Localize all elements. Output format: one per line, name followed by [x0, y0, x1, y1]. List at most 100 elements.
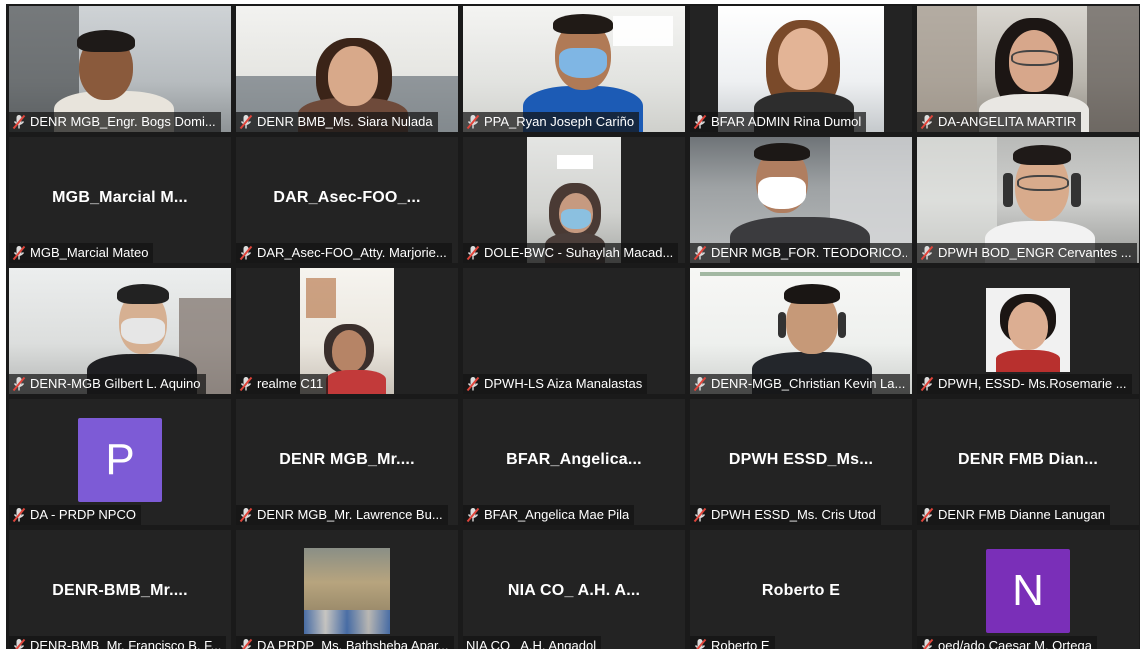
- participant-name: DENR-MGB Gilbert L. Aquino: [30, 376, 201, 391]
- participant-tile[interactable]: DENR-MGB_Christian Kevin La...: [690, 268, 912, 394]
- participant-display-name: MGB_Marcial M...: [52, 189, 188, 206]
- participant-name: BFAR_Angelica Mae Pila: [484, 507, 630, 522]
- participant-name-label: realme C11: [236, 374, 329, 394]
- participant-name: DENR-BMB_Mr. Francisco B. F...: [30, 638, 222, 649]
- participant-name-label: DPWH, ESSD- Ms.Rosemarie ...: [917, 374, 1132, 394]
- participant-tile[interactable]: DENR FMB Dian... DENR FMB Dianne Lanugan: [917, 399, 1139, 525]
- participant-tile[interactable]: DENR MGB_Engr. Bogs Domi...: [9, 6, 231, 132]
- muted-mic-icon: [466, 114, 480, 130]
- muted-mic-icon: [239, 114, 253, 130]
- participant-name: DPWH BOD_ENGR Cervantes ...: [938, 245, 1132, 260]
- participant-tile[interactable]: DPWH, ESSD- Ms.Rosemarie ...: [917, 268, 1139, 394]
- participant-name: DENR FMB Dianne Lanugan: [938, 507, 1105, 522]
- participant-name-label: DENR MGB_Engr. Bogs Domi...: [9, 112, 221, 132]
- participant-tile[interactable]: DA-ANGELITA MARTIR: [917, 6, 1139, 132]
- participant-display-name: DAR_Asec-FOO_...: [273, 189, 421, 206]
- participant-name-label: DA-ANGELITA MARTIR: [917, 112, 1082, 132]
- muted-mic-icon: [920, 114, 934, 130]
- participant-display-name: BFAR_Angelica...: [506, 451, 642, 468]
- participant-tile[interactable]: DENR-MGB Gilbert L. Aquino: [9, 268, 231, 394]
- participant-tile[interactable]: DPWH ESSD_Ms... DPWH ESSD_Ms. Cris Utod: [690, 399, 912, 525]
- participant-tile[interactable]: realme C11: [236, 268, 458, 394]
- avatar: N: [986, 549, 1070, 633]
- participant-tile[interactable]: DPWH BOD_ENGR Cervantes ...: [917, 137, 1139, 263]
- participant-name: NIA CO_ A.H. Angadol: [466, 638, 597, 649]
- participant-name: DPWH-LS Aiza Manalastas: [484, 376, 643, 391]
- participant-tile[interactable]: Roberto E Roberto E: [690, 530, 912, 649]
- participant-name: DOLE-BWC - Suhaylah Macad...: [484, 245, 674, 260]
- participant-display-name: NIA CO_ A.H. A...: [507, 582, 641, 599]
- participant-name: DENR BMB_Ms. Siara Nulada: [257, 114, 433, 129]
- participant-name-label: DA PRDP_Ms. Bathsheba Apar...: [236, 636, 454, 649]
- muted-mic-icon: [693, 507, 707, 523]
- participant-name-label: NIA CO_ A.H. Angadol: [463, 636, 602, 649]
- participant-name: DAR_Asec-FOO_Atty. Marjorie...: [257, 245, 447, 260]
- muted-mic-icon: [12, 114, 26, 130]
- participant-name: DENR MGB_Mr. Lawrence Bu...: [257, 507, 443, 522]
- muted-mic-icon: [12, 245, 26, 261]
- participant-name-label: DAR_Asec-FOO_Atty. Marjorie...: [236, 243, 452, 263]
- participant-tile[interactable]: DENR MGB_Mr.... DENR MGB_Mr. Lawrence Bu…: [236, 399, 458, 525]
- muted-mic-icon: [920, 376, 934, 392]
- participant-tile[interactable]: MGB_Marcial M... MGB_Marcial Mateo: [9, 137, 231, 263]
- participant-tile[interactable]: DOLE-BWC - Suhaylah Macad...: [463, 137, 685, 263]
- participant-display-name: DENR MGB_Mr....: [279, 451, 415, 468]
- muted-mic-icon: [466, 507, 480, 523]
- participant-name: MGB_Marcial Mateo: [30, 245, 149, 260]
- participant-tile[interactable]: DPWH-LS Aiza Manalastas: [463, 268, 685, 394]
- participant-tile[interactable]: BFAR_Angelica... BFAR_Angelica Mae Pila: [463, 399, 685, 525]
- participant-name: DA-ANGELITA MARTIR: [938, 114, 1077, 129]
- muted-mic-icon: [920, 245, 934, 261]
- participant-name-label: DOLE-BWC - Suhaylah Macad...: [463, 243, 679, 263]
- participant-name: DA - PRDP NPCO: [30, 507, 136, 522]
- muted-mic-icon: [921, 638, 934, 649]
- muted-mic-icon: [240, 638, 253, 649]
- gallery-view: DENR MGB_Engr. Bogs Domi... DENR BMB_Ms.…: [6, 4, 1140, 649]
- participant-name-label: DENR-MGB Gilbert L. Aquino: [9, 374, 206, 394]
- participant-tile[interactable]: PPA_Ryan Joseph Cariño: [463, 6, 685, 132]
- participant-tile[interactable]: DENR BMB_Ms. Siara Nulada: [236, 6, 458, 132]
- participant-name: PPA_Ryan Joseph Cariño: [484, 114, 635, 129]
- participant-name: DENR MGB_Engr. Bogs Domi...: [30, 114, 216, 129]
- participant-name-label: BFAR ADMIN Rina Dumol: [690, 112, 867, 132]
- participant-name-label: Roberto E: [690, 636, 775, 649]
- participant-display-name: DENR FMB Dian...: [957, 451, 1099, 468]
- participant-display-name: DENR-BMB_Mr....: [52, 582, 188, 599]
- participant-tile[interactable]: N oed/ado Caesar M. Ortega: [917, 530, 1139, 649]
- video-feed: [986, 288, 1070, 372]
- participant-tile[interactable]: DENR MGB_FOR. TEODORICO...: [690, 137, 912, 263]
- participant-name-label: MGB_Marcial Mateo: [9, 243, 154, 263]
- participant-tile[interactable]: DAR_Asec-FOO_... DAR_Asec-FOO_Atty. Marj…: [236, 137, 458, 263]
- participant-name-label: DENR-MGB_Christian Kevin La...: [690, 374, 911, 394]
- muted-mic-icon: [239, 245, 253, 261]
- muted-mic-icon: [239, 376, 253, 392]
- profile-photo: [304, 548, 390, 634]
- participant-name: DENR MGB_FOR. TEODORICO...: [711, 245, 907, 260]
- participant-tile[interactable]: BFAR ADMIN Rina Dumol: [690, 6, 912, 132]
- muted-mic-icon: [239, 507, 253, 523]
- participant-name-label: DPWH BOD_ENGR Cervantes ...: [917, 243, 1137, 263]
- participant-name: Roberto E: [711, 638, 770, 649]
- participant-name-label: DENR FMB Dianne Lanugan: [917, 505, 1110, 525]
- participant-name-label: DENR-BMB_Mr. Francisco B. F...: [9, 636, 227, 649]
- participant-display-name: Roberto E: [761, 582, 841, 599]
- participant-name-label: PPA_Ryan Joseph Cariño: [463, 112, 640, 132]
- participant-name-label: BFAR_Angelica Mae Pila: [463, 505, 635, 525]
- muted-mic-icon: [693, 245, 707, 261]
- participant-grid: DENR MGB_Engr. Bogs Domi... DENR BMB_Ms.…: [9, 6, 1139, 649]
- participant-name: DENR-MGB_Christian Kevin La...: [711, 376, 906, 391]
- participant-tile[interactable]: P DA - PRDP NPCO: [9, 399, 231, 525]
- participant-name: realme C11: [257, 376, 324, 391]
- participant-name: DA PRDP_Ms. Bathsheba Apar...: [257, 638, 449, 649]
- participant-name: oed/ado Caesar M. Ortega: [938, 638, 1092, 649]
- participant-tile[interactable]: NIA CO_ A.H. A... NIA CO_ A.H. Angadol: [463, 530, 685, 649]
- participant-display-name: DPWH ESSD_Ms...: [728, 451, 874, 468]
- participant-name-label: DPWH-LS Aiza Manalastas: [463, 374, 648, 394]
- muted-mic-icon: [693, 114, 707, 130]
- participant-name-label: DENR BMB_Ms. Siara Nulada: [236, 112, 438, 132]
- participant-name: BFAR ADMIN Rina Dumol: [711, 114, 862, 129]
- participant-tile[interactable]: DA PRDP_Ms. Bathsheba Apar...: [236, 530, 458, 649]
- muted-mic-icon: [694, 638, 707, 649]
- muted-mic-icon: [12, 376, 26, 392]
- participant-tile[interactable]: DENR-BMB_Mr.... DENR-BMB_Mr. Francisco B…: [9, 530, 231, 649]
